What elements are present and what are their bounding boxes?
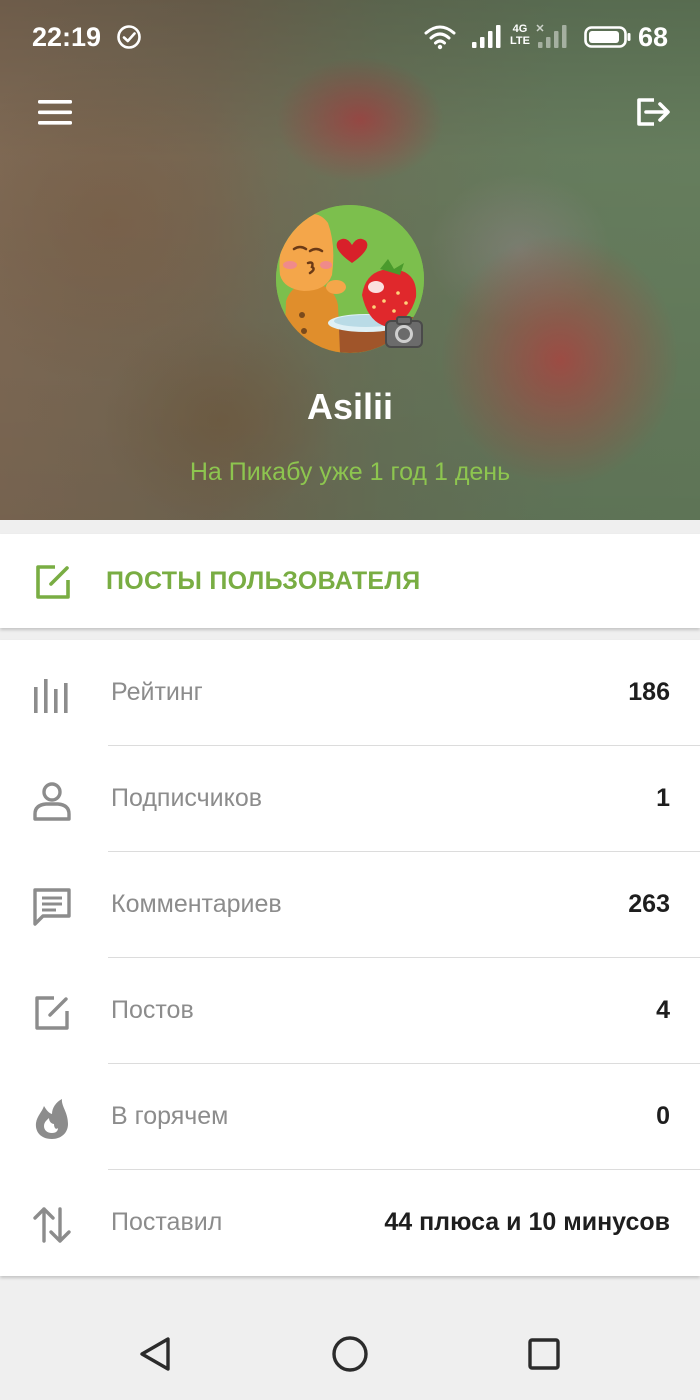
hamburger-menu-icon[interactable] [34,94,76,130]
profile-header: 22:19 4G LTE 68 Asilii На Пикабу уже 1 г… [0,0,700,520]
stat-value: 4 [656,996,670,1024]
logout-icon[interactable] [632,92,674,132]
stat-value: 186 [628,678,670,706]
edit-icon [35,996,69,1030]
stat-row-rating: Рейтинг 186 [0,640,700,746]
username: Asilii [306,386,394,427]
network-type-label: 4G LTE [510,23,530,47]
stat-label: В горячем [111,1102,229,1130]
home-icon[interactable] [328,1332,372,1376]
stat-label: Постов [111,996,194,1024]
camera-icon[interactable] [384,315,424,349]
battery-level: 68 [638,22,669,52]
stat-label: Поставил [111,1208,223,1236]
user-posts-button[interactable]: ПОСТЫ ПОЛЬЗОВАТЕЛЯ [0,534,700,628]
status-bar: 22:19 4G LTE 68 [0,0,700,74]
comment-icon [33,888,71,926]
signal-icon [472,25,501,48]
wifi-icon [424,25,456,50]
back-icon[interactable] [134,1332,178,1376]
stat-row-hot[interactable]: В горячем 0 [0,1064,700,1170]
stat-row-subscribers[interactable]: Подписчиков 1 [0,746,700,852]
status-time: 22:19 [32,22,102,52]
stats-list: Рейтинг 186 Подписчиков 1 Комментариев 2… [0,640,700,1276]
stat-row-votes-given: Поставил 44 плюса и 10 минусов [0,1170,700,1276]
user-posts-label: ПОСТЫ ПОЛЬЗОВАТЕЛЯ [106,567,421,595]
check-circle-icon [117,25,141,49]
signal-weak-icon [536,24,567,48]
edit-icon [36,565,70,599]
stat-value: 44 плюса и 10 минусов [384,1208,670,1236]
bar-chart-icon [34,679,68,713]
stat-value: 1 [656,784,670,812]
flame-icon [35,1099,68,1139]
stat-row-posts[interactable]: Постов 4 [0,958,700,1064]
stat-label: Комментариев [111,890,282,918]
stat-label: Рейтинг [111,678,203,706]
sort-arrows-icon [33,1207,71,1243]
person-icon [33,782,71,821]
system-nav-bar [0,1306,700,1400]
member-since-text: На Пикабу уже 1 год 1 день [189,458,511,486]
recents-icon[interactable] [522,1332,566,1376]
stat-label: Подписчиков [111,784,263,812]
stat-row-comments[interactable]: Комментариев 263 [0,852,700,958]
stat-value: 263 [628,890,670,918]
stat-value: 0 [656,1102,670,1130]
battery-icon [584,26,631,48]
